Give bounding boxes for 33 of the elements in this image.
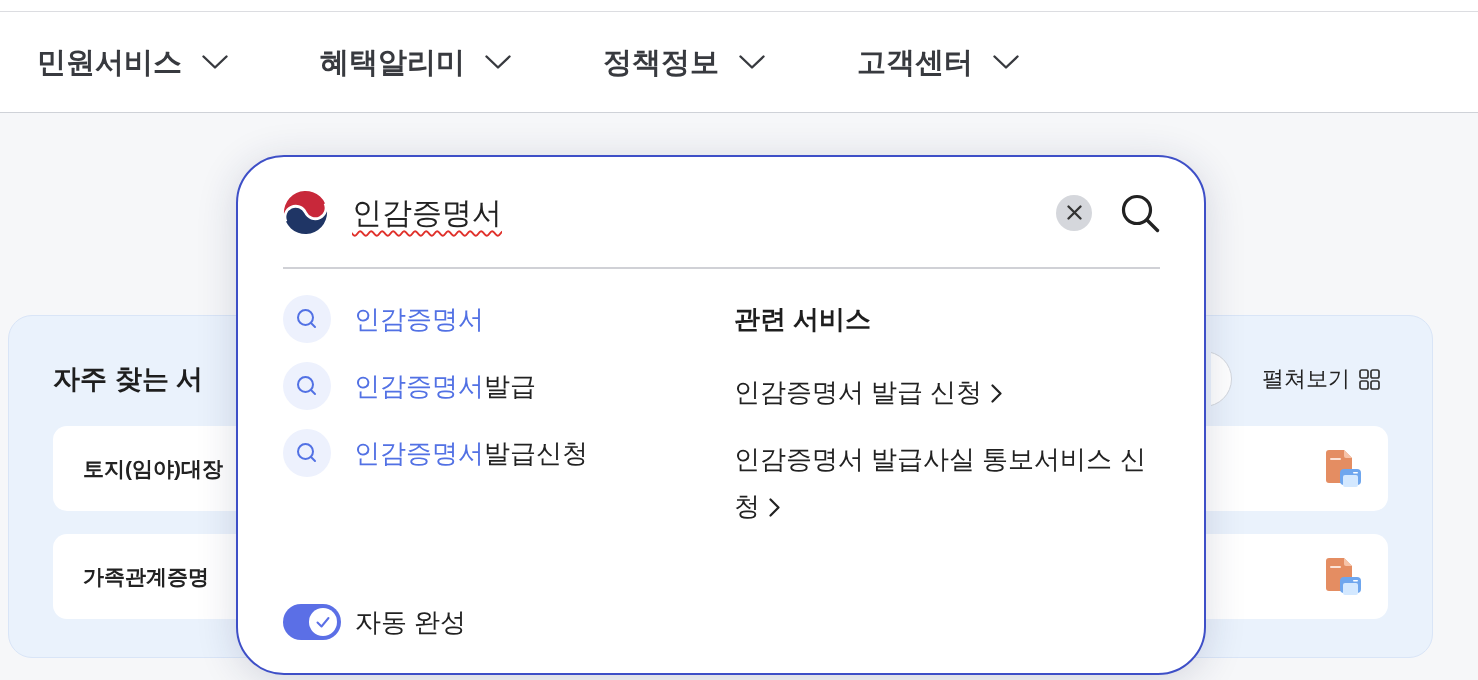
chevron-right-icon	[769, 498, 780, 517]
taegeuk-logo-icon	[283, 190, 328, 235]
suggestion-item[interactable]: 인감증명서	[283, 295, 484, 343]
toggle-label: 자동 완성	[355, 606, 467, 639]
expand-button[interactable]: 펼쳐보기	[1262, 363, 1380, 395]
nav-menu-item[interactable]: 혜택알리미	[320, 42, 511, 82]
suggestion-item[interactable]: 인감증명서 발급신청	[283, 429, 588, 477]
check-icon	[309, 608, 337, 636]
search-icon	[283, 362, 331, 410]
chevron-down-icon	[202, 55, 228, 69]
related-services-heading: 관련 서비스	[734, 303, 873, 336]
clear-button[interactable]	[1056, 194, 1092, 231]
chevron-down-icon	[993, 55, 1019, 69]
suggestion-item[interactable]: 인감증명서 발급	[283, 362, 536, 410]
grid-icon	[1359, 368, 1380, 390]
related-service-link[interactable]: 인감증명서 발급사실 통보서비스 신청	[734, 436, 1162, 530]
search-button[interactable]	[1120, 192, 1160, 233]
chevron-down-icon	[739, 55, 765, 69]
pdf-document-icon	[1326, 450, 1361, 487]
nav-menu-item[interactable]: 민원서비스	[37, 42, 228, 82]
nav-menu-item[interactable]: 고객센터	[857, 42, 1019, 82]
nav-menu-item[interactable]: 정책정보	[603, 42, 765, 82]
search-field[interactable]: 인감증명서	[352, 190, 1036, 235]
related-service-link[interactable]: 인감증명서 발급 신청	[734, 369, 1162, 416]
section-title: 자주 찾는 서	[53, 363, 203, 396]
chevron-down-icon	[485, 55, 511, 69]
close-icon	[1066, 205, 1082, 220]
pdf-document-icon	[1326, 558, 1361, 595]
autocomplete-toggle[interactable]	[283, 604, 341, 640]
search-icon	[1120, 192, 1160, 233]
search-icon	[283, 429, 331, 477]
search-icon	[283, 295, 331, 343]
chevron-right-icon	[991, 384, 1003, 403]
